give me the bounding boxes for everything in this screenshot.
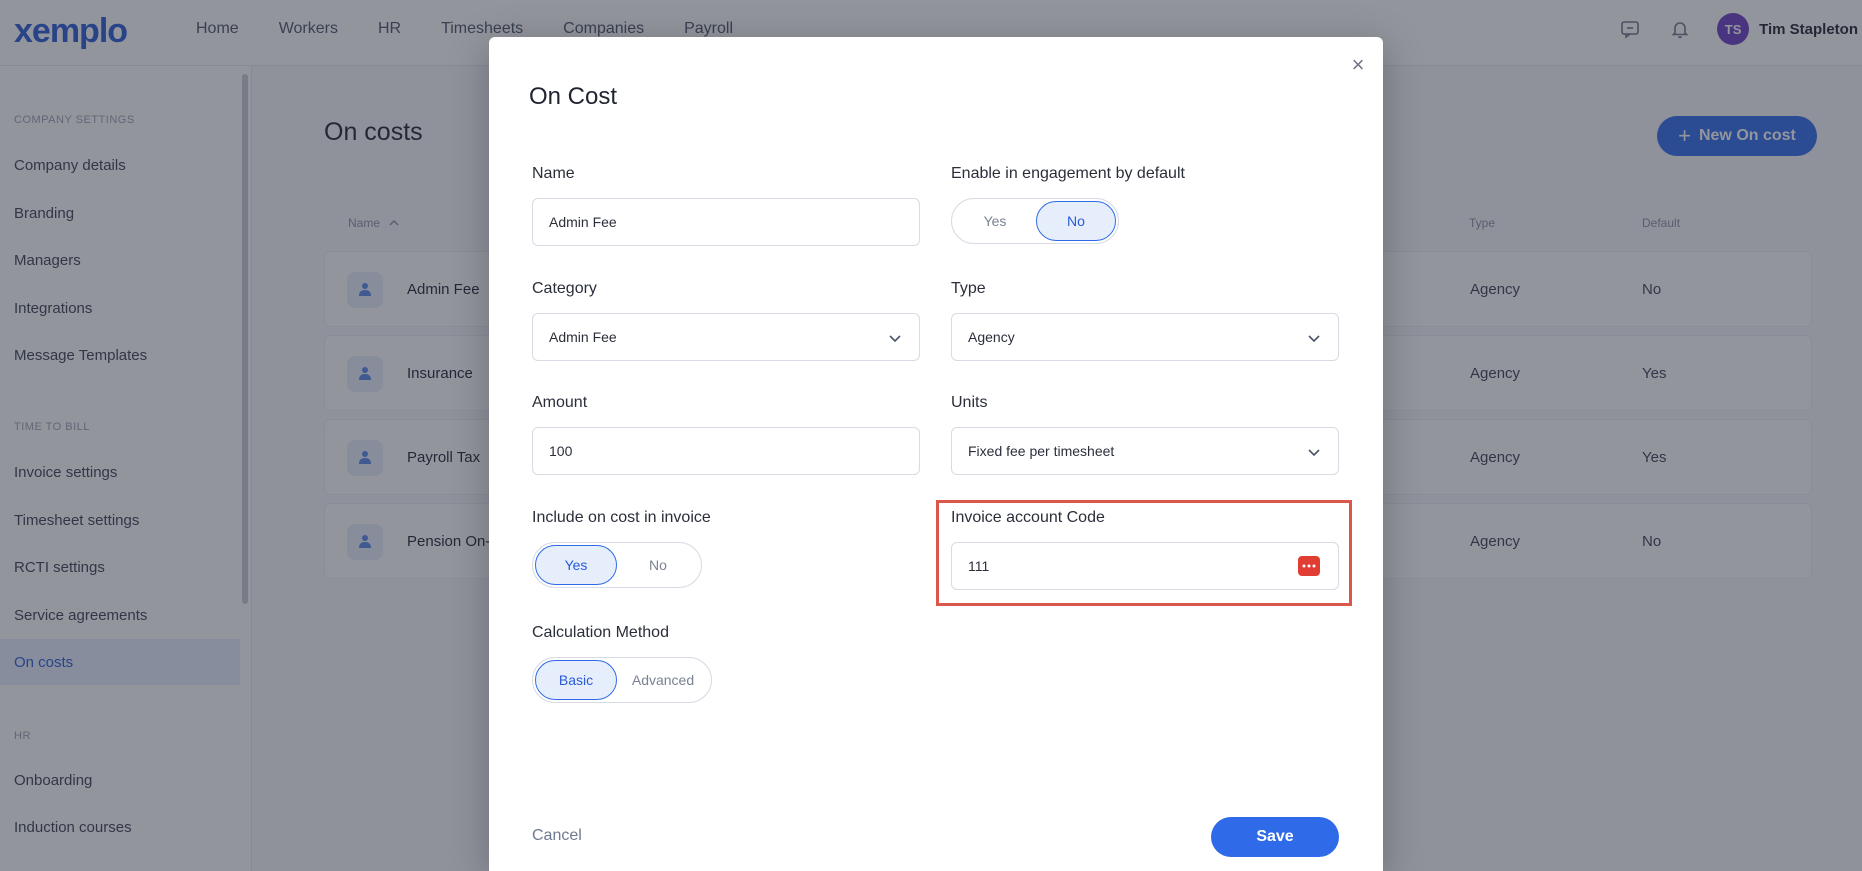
type-select[interactable]: Agency <box>951 313 1339 361</box>
on-cost-modal: × On Cost Name Admin Fee Enable in engag… <box>489 37 1383 871</box>
name-label: Name <box>532 165 575 182</box>
calc-advanced-option[interactable]: Advanced <box>617 660 709 700</box>
cancel-button[interactable]: Cancel <box>532 827 582 845</box>
units-label: Units <box>951 394 988 411</box>
type-value: Agency <box>968 329 1015 345</box>
account-code-label: Invoice account Code <box>951 509 1105 526</box>
chevron-down-icon <box>1308 335 1320 343</box>
include-no-option[interactable]: No <box>617 545 699 585</box>
password-manager-icon[interactable] <box>1298 556 1320 576</box>
type-label: Type <box>951 280 986 297</box>
close-icon[interactable]: × <box>1346 52 1370 77</box>
category-value: Admin Fee <box>549 329 617 345</box>
account-code-input[interactable]: 111 <box>951 542 1339 590</box>
engagement-yes-option[interactable]: Yes <box>954 201 1036 241</box>
category-label: Category <box>532 280 597 297</box>
modal-title: On Cost <box>529 83 618 110</box>
account-code-value: 111 <box>968 558 990 574</box>
engagement-label: Enable in engagement by default <box>951 165 1185 182</box>
calc-method-toggle: Basic Advanced <box>532 657 712 703</box>
calc-method-label: Calculation Method <box>532 624 669 641</box>
include-invoice-toggle: Yes No <box>532 542 702 588</box>
units-value: Fixed fee per timesheet <box>968 443 1115 459</box>
save-button[interactable]: Save <box>1211 817 1339 857</box>
chevron-down-icon <box>1308 449 1320 457</box>
calc-basic-option[interactable]: Basic <box>535 660 617 700</box>
amount-input[interactable]: 100 <box>532 427 920 475</box>
include-yes-option[interactable]: Yes <box>535 545 617 585</box>
units-select[interactable]: Fixed fee per timesheet <box>951 427 1339 475</box>
include-invoice-label: Include on cost in invoice <box>532 509 711 526</box>
engagement-toggle: Yes No <box>951 198 1119 244</box>
amount-label: Amount <box>532 394 588 411</box>
category-select[interactable]: Admin Fee <box>532 313 920 361</box>
engagement-no-option[interactable]: No <box>1036 201 1116 241</box>
name-input-value: Admin Fee <box>549 214 617 230</box>
amount-value: 100 <box>549 443 573 459</box>
name-input[interactable]: Admin Fee <box>532 198 920 246</box>
chevron-down-icon <box>889 335 901 343</box>
